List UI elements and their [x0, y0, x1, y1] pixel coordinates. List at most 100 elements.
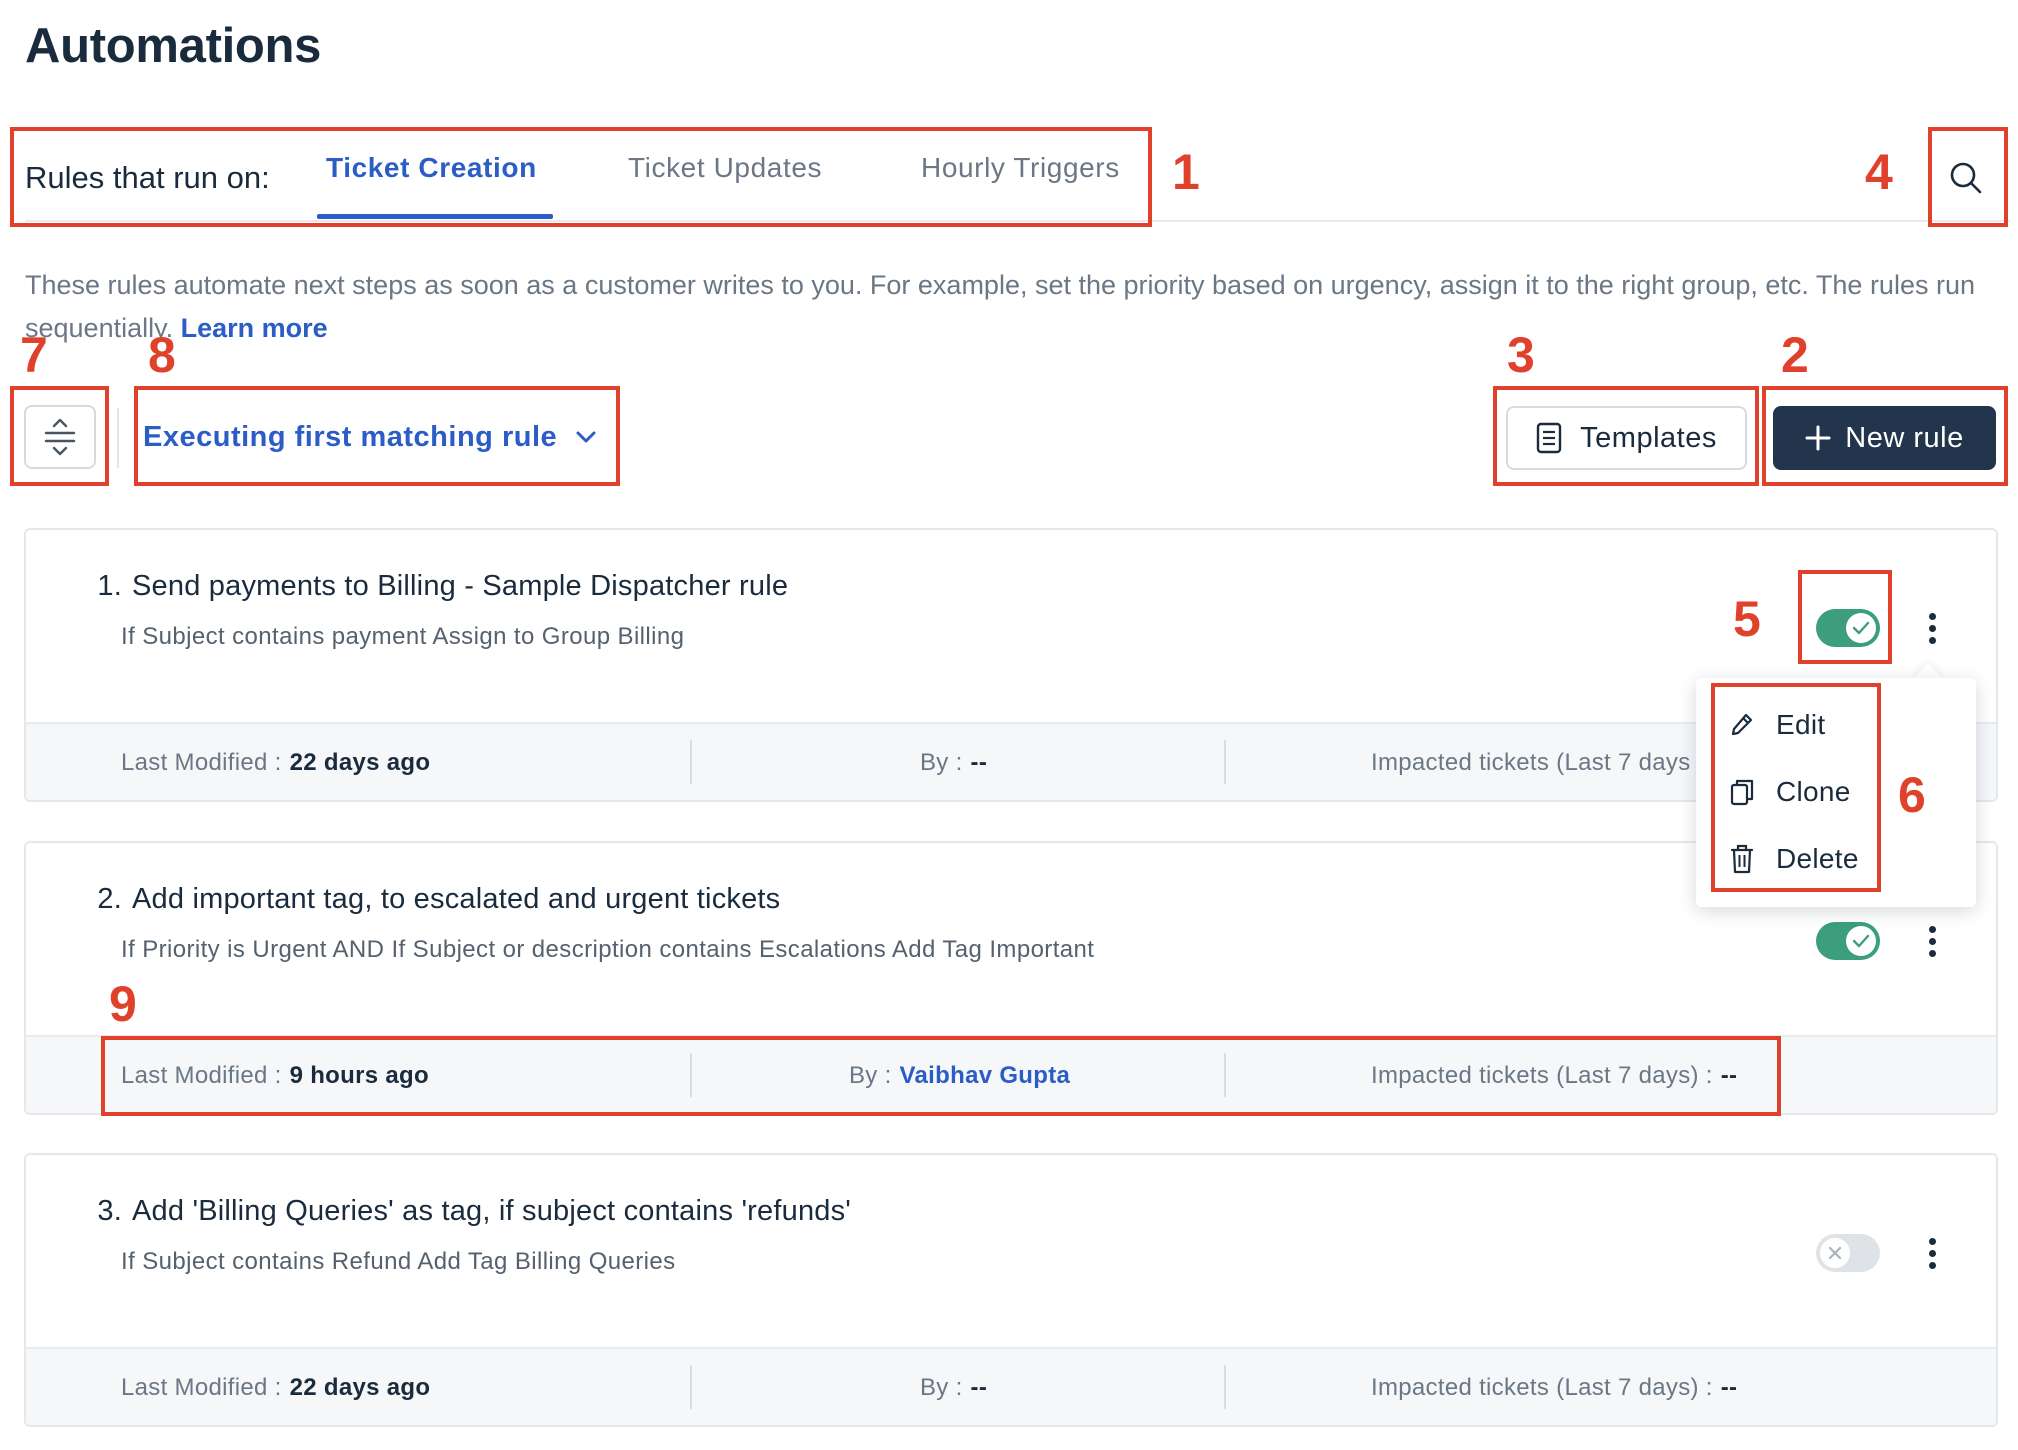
footer-divider [1224, 740, 1226, 784]
kebab-dot [1928, 1237, 1936, 1245]
impacted-label: Impacted tickets (Last 7 days) : [1371, 1374, 1713, 1401]
check-icon [1852, 621, 1870, 635]
last-modified-value: 9 hours ago [289, 1062, 429, 1089]
templates-label: Templates [1580, 421, 1717, 454]
automation-description: These rules automate next steps as soon … [25, 264, 1985, 350]
impacted-label: Impacted tickets (Last 7 days) : [1371, 1062, 1713, 1089]
chevron-down-icon [576, 431, 596, 443]
impacted-value: -- [1720, 1374, 1738, 1401]
kebab-dot [1928, 925, 1936, 933]
kebab-dot [1928, 1261, 1936, 1269]
rule-number: 1. [97, 570, 122, 602]
document-icon [1536, 422, 1562, 454]
new-rule-button[interactable]: New rule [1773, 406, 1996, 470]
footer-divider [1224, 1053, 1226, 1097]
annotation-number-8: 8 [148, 327, 176, 383]
impacted-value: -- [1720, 1062, 1738, 1089]
last-modified-label: Last Modified : [121, 1374, 282, 1401]
menu-item-label: Clone [1776, 776, 1851, 807]
modified-by: By : -- [920, 1349, 988, 1425]
rule-options-menu: Edit Clone Delete [1696, 678, 1976, 907]
modified-by: By : -- [920, 724, 988, 800]
kebab-dot [1928, 624, 1936, 632]
rule-enabled-toggle[interactable] [1816, 922, 1880, 960]
search-button[interactable] [1933, 133, 1999, 223]
copy-icon [1730, 779, 1754, 806]
last-modified-value: 22 days ago [289, 1374, 431, 1401]
rule-title-text: Add important tag, to escalated and urge… [132, 883, 781, 915]
footer-divider [690, 1053, 692, 1097]
menu-item-delete[interactable]: Delete [1730, 834, 1859, 884]
annotation-number-3: 3 [1507, 327, 1535, 383]
execution-mode-dropdown[interactable]: Executing first matching rule [143, 410, 597, 464]
toggle-knob [1846, 613, 1876, 643]
rule-enabled-toggle[interactable] [1816, 1234, 1880, 1272]
last-modified: Last Modified : 22 days ago [121, 724, 430, 800]
menu-item-label: Edit [1776, 709, 1826, 740]
templates-button[interactable]: Templates [1506, 406, 1747, 470]
trash-icon [1730, 844, 1754, 874]
rule-title[interactable]: 2. Add important tag, to escalated and ur… [86, 883, 780, 916]
rule-more-options-button[interactable] [1914, 1228, 1950, 1278]
rule-card: 3. Add 'Billing Queries' as tag, if subje… [24, 1153, 1998, 1427]
by-label: By : [920, 749, 963, 776]
check-icon [1852, 934, 1870, 948]
annotation-number-7: 7 [20, 327, 48, 383]
rule-meta-footer: Last Modified : 9 hours ago By : Vaibhav G… [26, 1035, 1996, 1113]
annotation-number-2: 2 [1781, 327, 1809, 383]
toolbar-divider [117, 408, 119, 468]
tab-ticket-creation[interactable]: Ticket Creation [326, 152, 537, 184]
by-value: -- [970, 1374, 988, 1401]
by-label: By : [849, 1062, 892, 1089]
by-label: By : [920, 1374, 963, 1401]
rule-condition: If Priority is Urgent AND If Subject or … [121, 936, 1095, 963]
last-modified-label: Last Modified : [121, 1062, 282, 1089]
rule-meta-footer: Last Modified : 22 days ago By : -- Impact… [26, 1347, 1996, 1425]
rule-title-text: Send payments to Billing - Sample Dispat… [132, 570, 789, 602]
reorder-button[interactable] [24, 405, 96, 469]
rule-title[interactable]: 3. Add 'Billing Queries' as tag, if subje… [86, 1195, 851, 1228]
pencil-icon [1731, 713, 1753, 736]
rule-title[interactable]: 1. Send payments to Billing - Sample Disp… [86, 570, 788, 603]
footer-divider [690, 1365, 692, 1409]
kebab-dot [1928, 636, 1936, 644]
rule-condition: If Subject contains payment Assign to Gr… [121, 623, 685, 650]
annotation-number-9: 9 [109, 976, 137, 1032]
footer-divider [1224, 1365, 1226, 1409]
annotation-number-6: 6 [1898, 767, 1926, 823]
rule-condition: If Subject contains Refund Add Tag Billi… [121, 1248, 676, 1275]
plus-icon [1805, 425, 1831, 451]
kebab-dot [1928, 612, 1936, 620]
modified-by: By : Vaibhav Gupta [849, 1037, 1071, 1113]
rule-enabled-toggle[interactable] [1816, 609, 1880, 647]
by-value: -- [970, 749, 988, 776]
rule-number: 2. [97, 883, 122, 915]
page-title: Automations [25, 19, 322, 73]
execution-mode-label: Executing first matching rule [143, 420, 558, 453]
last-modified: Last Modified : 22 days ago [121, 1349, 431, 1425]
rule-more-options-button[interactable] [1914, 603, 1950, 653]
learn-more-link[interactable]: Learn more [181, 313, 328, 343]
x-icon [1828, 1246, 1842, 1260]
tab-ticket-updates[interactable]: Ticket Updates [628, 152, 822, 184]
impacted-tickets: Impacted tickets (Last 7 days) : -- [1371, 1349, 1738, 1425]
menu-item-clone[interactable]: Clone [1730, 767, 1851, 817]
menu-item-edit[interactable]: Edit [1730, 700, 1825, 750]
impacted-label: Impacted tickets (Last 7 days [1371, 749, 1691, 776]
active-tab-indicator [317, 214, 553, 219]
rule-title-text: Add 'Billing Queries' as tag, if subject… [132, 1195, 852, 1227]
kebab-dot [1928, 949, 1936, 957]
menu-item-label: Delete [1776, 843, 1859, 874]
rule-number: 3. [97, 1195, 122, 1227]
impacted-tickets: Impacted tickets (Last 7 days [1371, 724, 1691, 800]
search-icon [1950, 162, 1982, 194]
footer-divider [690, 740, 692, 784]
rule-more-options-button[interactable] [1914, 916, 1950, 966]
tabs-divider [25, 220, 2010, 222]
new-rule-label: New rule [1845, 421, 1964, 454]
toggle-knob [1820, 1238, 1850, 1268]
sort-icon [44, 418, 76, 456]
tab-hourly-triggers[interactable]: Hourly Triggers [921, 152, 1120, 184]
modified-by-user-link[interactable]: Vaibhav Gupta [900, 1062, 1071, 1090]
last-modified-label: Last Modified : [121, 749, 282, 776]
